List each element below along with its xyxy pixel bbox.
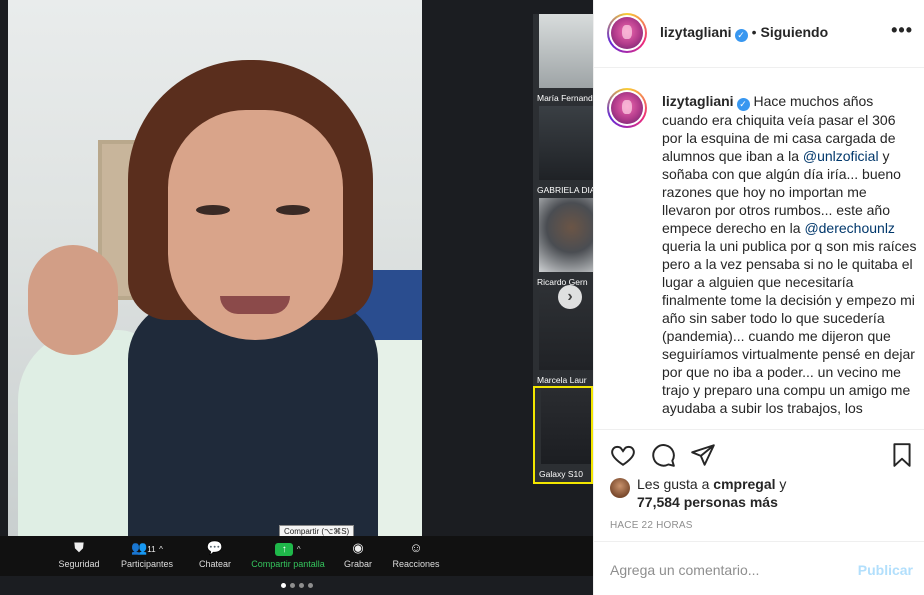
share-screen-icon: ↑ ^ [246,540,330,556]
participant-name: María Fernand [537,93,593,103]
zoom-share-label: Compartir pantalla [251,559,325,569]
zoom-speaker-video [8,0,422,536]
liker-username[interactable]: cmpregal [713,476,775,492]
participants-count: 11 [147,545,156,554]
caption-username[interactable]: lizytagliani [662,93,734,109]
participant-thumb-active: Galaxy S10 [533,386,593,484]
zoom-chat-label: Chatear [198,559,232,569]
mention-link[interactable]: @derechounlz [804,220,895,236]
likes-prefix: Les gusta a [637,476,714,492]
comment-input[interactable]: Agrega un comentario... [610,562,759,578]
author-avatar[interactable] [607,13,647,53]
caption-text: queria la uni publica por q son mis raíc… [662,238,917,416]
mention-link[interactable]: @unlzoficial [803,148,879,164]
publish-button[interactable]: Publicar [858,562,913,578]
participants-icon: 👥11 ^ [131,540,163,555]
zoom-security-button: ⛊ Seguridad [44,540,114,569]
zoom-chat-button: 💬 Chatear [180,540,250,569]
save-bookmark-icon[interactable] [889,442,915,468]
author-info: lizytagliani ✓ • Siguiendo [660,24,828,42]
participant-thumb: María Fernand [533,14,593,106]
zoom-toolbar: ⛊ Seguridad 👥11 ^ Participantes 💬 Chatea… [0,536,593,576]
share-send-icon[interactable] [690,442,716,468]
zoom-share-button: ↑ ^ Compartir pantalla [246,540,330,569]
carousel-dot [289,583,295,588]
verified-badge-icon: ✓ [734,29,748,42]
post-timestamp[interactable]: HACE 22 HORAS [610,520,693,531]
post-media[interactable]: María Fernand GABRIELA DIA Ricardo Gern … [0,0,593,595]
chat-icon: 💬 [206,540,224,555]
verified-badge-icon: ✓ [736,98,750,111]
more-options-icon[interactable]: ••• [891,20,913,41]
participant-thumb: GABRIELA DIA [533,106,593,198]
following-button[interactable]: Siguiendo [760,24,828,40]
likes-count-link[interactable]: 77,584 personas más [637,494,778,510]
carousel-next-button[interactable]: › [558,285,582,309]
carousel-indicator [0,576,593,595]
zoom-participants-label: Participantes [120,559,174,569]
liker-avatar[interactable] [610,478,630,498]
add-comment-row: Agrega un comentario... Publicar [594,541,924,595]
post-actions: Les gusta a cmpregal y 77,584 personas m… [594,429,924,541]
reactions-icon: ☺ [409,540,423,555]
carousel-dot [307,583,313,588]
comment-icon[interactable] [650,442,676,468]
post-side-panel: lizytagliani ✓ • Siguiendo ••• lizytagliani… [593,0,924,595]
participant-thumb: Ricardo Gern [533,198,593,290]
caption-author-avatar[interactable] [607,88,647,128]
like-heart-icon[interactable] [610,442,636,468]
zoom-security-label: Seguridad [58,559,100,569]
shield-icon: ⛊ [74,540,84,555]
caption-scroll-area[interactable]: lizytagliani ✓ Hace muchos años cuando er… [594,69,924,429]
author-username[interactable]: lizytagliani [660,24,732,40]
participant-name: Galaxy S10 [539,469,583,479]
zoom-reactions-label: Reacciones [392,559,440,569]
zoom-reactions-button: ☺ Reacciones [381,540,451,569]
carousel-dot [298,583,304,588]
separator-dot: • [751,24,757,40]
participant-name: Marcela Laur [537,375,587,385]
participant-name: Ricardo Gern [537,277,588,287]
participant-name: GABRIELA DIA [537,185,593,195]
post-header: lizytagliani ✓ • Siguiendo ••• [594,0,924,68]
zoom-participants-button: 👥11 ^ Participantes [112,540,182,569]
zoom-record-label: Grabar [343,559,372,569]
post-caption: lizytagliani ✓ Hace muchos años cuando er… [662,92,917,417]
carousel-dot-active [280,583,286,588]
likes-conjunction: y [775,476,787,492]
